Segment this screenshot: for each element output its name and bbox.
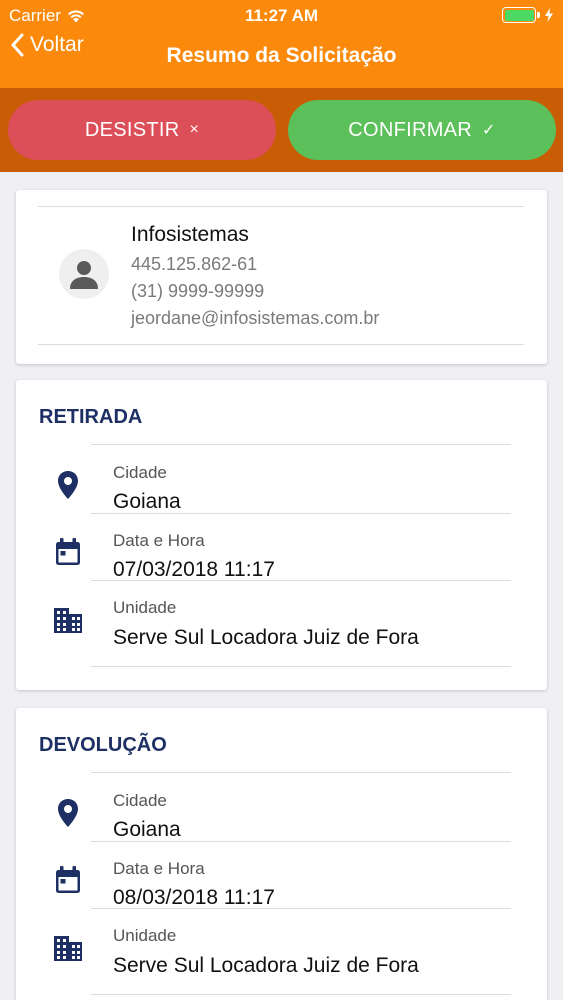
divider xyxy=(38,206,524,207)
divider xyxy=(91,513,511,514)
status-bar: Carrier 11:27 AM xyxy=(0,0,563,30)
field-label: Data e Hora xyxy=(113,531,205,550)
field-label: Unidade xyxy=(113,926,177,945)
cancel-button[interactable]: DESISTIR × xyxy=(8,100,276,160)
battery xyxy=(502,7,553,23)
person-icon xyxy=(70,261,98,289)
divider xyxy=(91,580,511,581)
screen: Carrier 11:27 AM Voltar Resumo da Solici… xyxy=(0,0,563,1000)
user-card: Infosistemas 445.125.862-61 (31) 9999-99… xyxy=(16,190,547,364)
user-phone: (31) 9999-99999 xyxy=(131,281,265,301)
user-document: 445.125.862-61 xyxy=(131,254,258,274)
header: Carrier 11:27 AM Voltar Resumo da Solici… xyxy=(0,0,563,88)
divider xyxy=(91,444,511,445)
field-value-unidade: Serve Sul Locadora Juiz de Fora xyxy=(113,954,419,977)
field-label: Cidade xyxy=(113,791,167,810)
divider xyxy=(91,994,511,995)
retirada-card: RETIRADA Cidade Goiana Data e Hora 07/03… xyxy=(16,380,547,690)
field-label: Data e Hora xyxy=(113,859,205,878)
divider xyxy=(38,344,524,345)
section-title-devolucao: DEVOLUÇÃO xyxy=(39,734,167,756)
field-value-cidade: Goiana xyxy=(113,490,181,513)
devolucao-card: DEVOLUÇÃO Cidade Goiana Data e Hora 08/0… xyxy=(16,708,547,1000)
cancel-label: DESISTIR xyxy=(84,118,180,141)
field-label: Unidade xyxy=(113,598,177,617)
divider xyxy=(91,908,511,909)
divider xyxy=(91,841,511,842)
calendar-icon xyxy=(53,537,83,567)
close-icon: × xyxy=(189,121,200,138)
location-pin-icon xyxy=(53,470,83,500)
building-icon xyxy=(53,605,83,635)
divider xyxy=(91,772,511,773)
action-bar: DESISTIR × CONFIRMAR ✓ xyxy=(0,88,563,172)
field-value-data-hora: 08/03/2018 11:17 xyxy=(113,886,275,909)
field-value-cidade: Goiana xyxy=(113,818,181,841)
section-title-retirada: RETIRADA xyxy=(39,406,143,428)
avatar xyxy=(59,249,109,299)
building-icon xyxy=(53,933,83,963)
user-name: Infosistemas xyxy=(131,223,249,246)
page-title: Resumo da Solicitação xyxy=(166,44,397,67)
divider xyxy=(91,666,511,667)
status-time: 11:27 AM xyxy=(244,6,319,25)
field-value-data-hora: 07/03/2018 11:17 xyxy=(113,558,275,581)
location-pin-icon xyxy=(53,798,83,828)
charging-bolt-icon xyxy=(545,8,553,22)
confirm-label: CONFIRMAR xyxy=(348,118,473,141)
calendar-icon xyxy=(53,865,83,895)
field-value-unidade: Serve Sul Locadora Juiz de Fora xyxy=(113,626,419,649)
battery-icon xyxy=(502,7,536,23)
confirm-button[interactable]: CONFIRMAR ✓ xyxy=(288,100,556,160)
user-email: jeordane@infosistemas.com.br xyxy=(131,308,380,328)
field-label: Cidade xyxy=(113,463,167,482)
check-icon: ✓ xyxy=(482,122,496,139)
